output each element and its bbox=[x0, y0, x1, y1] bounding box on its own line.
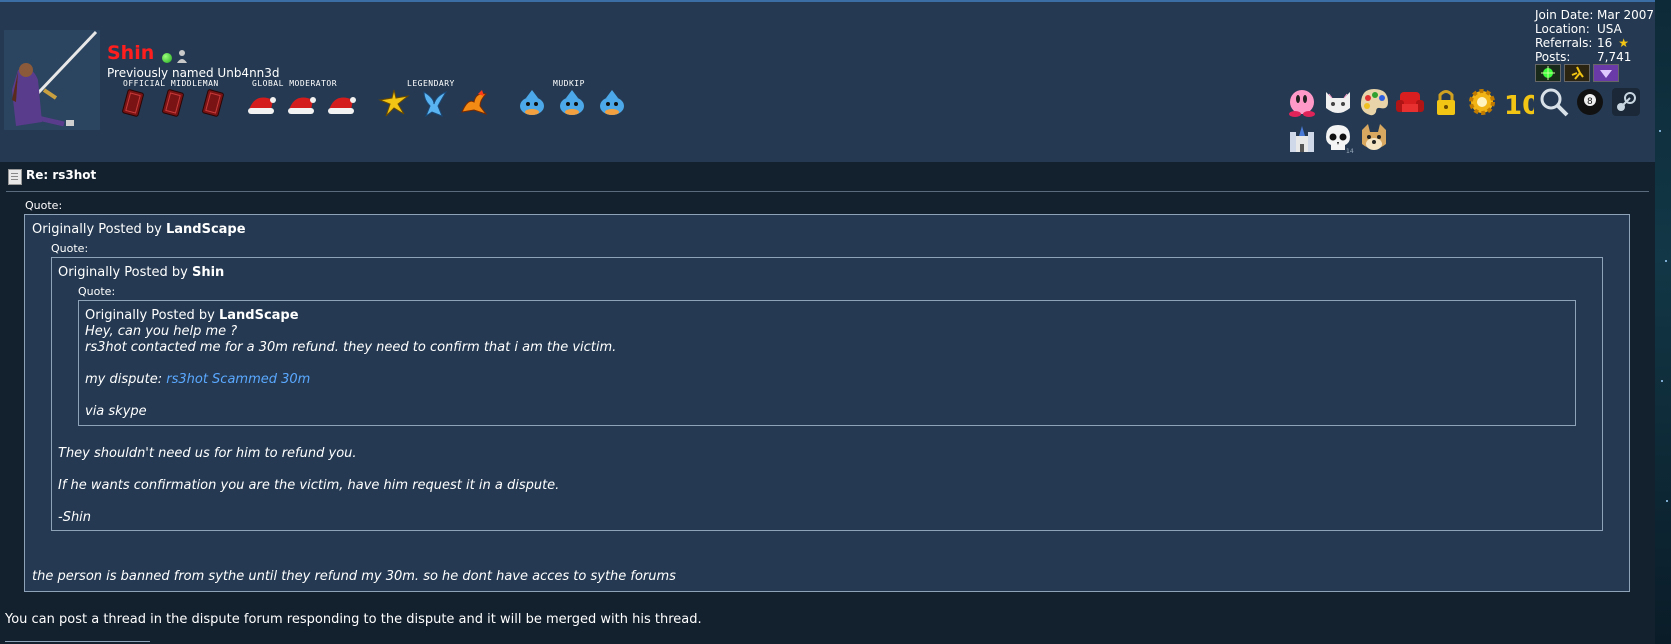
username[interactable]: Shin bbox=[107, 42, 154, 64]
referrals-value[interactable]: 16 bbox=[1597, 36, 1612, 50]
articuno-icon bbox=[423, 90, 448, 118]
join-date-value: Mar 2007 bbox=[1597, 8, 1654, 22]
green-sparkle-award-icon bbox=[1535, 64, 1561, 82]
user-profile-icon[interactable] bbox=[176, 49, 188, 63]
mudkip-icon bbox=[600, 90, 624, 115]
quote-attribution-prefix: Originally Posted by bbox=[58, 265, 192, 280]
posts-value: 7,741 bbox=[1597, 50, 1632, 64]
quote-attribution: Originally Posted by LandScape bbox=[85, 308, 299, 323]
post-divider bbox=[6, 191, 1649, 192]
middleman-card-icon bbox=[202, 89, 224, 117]
location-label: Location: bbox=[1535, 22, 1590, 36]
posts-label: Posts: bbox=[1535, 50, 1571, 64]
svg-text:14: 14 bbox=[1346, 148, 1354, 154]
zapdos-icon bbox=[378, 89, 410, 117]
quote-attribution: Originally Posted by LandScape bbox=[32, 222, 246, 237]
user-header bbox=[0, 2, 1655, 162]
mudkip-icon bbox=[560, 90, 584, 115]
quote-attribution: Originally Posted by Shin bbox=[58, 265, 224, 280]
join-date-label: Join Date: bbox=[1535, 8, 1594, 22]
quote-text-line: Hey, can you help me ? bbox=[85, 324, 238, 339]
signature-divider bbox=[5, 641, 150, 642]
quote-author[interactable]: LandScape bbox=[219, 308, 299, 323]
online-status-icon bbox=[162, 53, 172, 63]
group-label-legendary: LEGENDARY bbox=[407, 79, 455, 88]
quote-attribution-prefix: Originally Posted by bbox=[85, 308, 219, 323]
quote-text-line: my dispute: rs3hot Scammed 30m bbox=[85, 372, 310, 388]
svg-text:10: 10 bbox=[1504, 91, 1534, 118]
doge-icon bbox=[1362, 124, 1386, 150]
quote-text-line: the person is banned from sythe until th… bbox=[32, 569, 676, 584]
mudkip-icon bbox=[520, 90, 544, 115]
quote-label: Quote: bbox=[78, 285, 116, 298]
dispute-prefix: my dispute: bbox=[85, 372, 167, 387]
quote-author[interactable]: Shin bbox=[192, 265, 224, 280]
gem-award-icon bbox=[1593, 64, 1619, 82]
armchair-icon bbox=[1396, 92, 1424, 112]
quote-text-line: If he wants confirmation you are the vic… bbox=[58, 478, 560, 493]
quote-label: Quote: bbox=[25, 199, 63, 212]
dispute-link[interactable]: rs3hot Scammed 30m bbox=[166, 372, 310, 387]
quote-text-line: via skype bbox=[85, 404, 147, 419]
quote-text-line: rs3hot contacted me for a 30m refund. th… bbox=[85, 340, 617, 355]
post-title: Re: rs3hot bbox=[26, 168, 97, 182]
location-value: USA bbox=[1597, 22, 1622, 36]
quote-text-line: -Shin bbox=[58, 510, 92, 525]
gear-icon bbox=[1469, 89, 1495, 115]
previous-name: Previously named Unb4nn3d bbox=[107, 66, 280, 80]
padlock-icon bbox=[1437, 90, 1455, 115]
page-background-edge bbox=[1655, 0, 1671, 644]
post-document-icon bbox=[8, 169, 22, 185]
svg-text:8: 8 bbox=[1587, 97, 1593, 107]
group-label-mudkip: MUDKIP bbox=[553, 79, 585, 88]
group-label-middleman: OFFICIAL MIDDLEMAN bbox=[123, 79, 219, 88]
user-info-panel: Join Date: Mar 2007 Location: USA Referral… bbox=[1535, 8, 1654, 64]
santa-hat-icon bbox=[288, 97, 316, 114]
group-label-moderator: GLOBAL MODERATOR bbox=[252, 79, 338, 88]
santa-hat-icon bbox=[248, 97, 276, 114]
referral-star-icon: ★ bbox=[1618, 36, 1630, 50]
moltres-icon bbox=[461, 90, 488, 115]
quote-author[interactable]: LandScape bbox=[166, 222, 246, 237]
post-body-text: You can post a thread in the dispute for… bbox=[5, 612, 702, 627]
quote-box-inner bbox=[78, 300, 1576, 426]
kirby-icon bbox=[1289, 90, 1315, 117]
santa-hat-icon bbox=[328, 97, 356, 114]
user-avatar[interactable] bbox=[4, 30, 100, 130]
quote-attribution-prefix: Originally Posted by bbox=[32, 222, 166, 237]
castle-icon bbox=[1290, 126, 1314, 152]
ten-years-icon: 10 bbox=[1504, 91, 1534, 118]
quote-label: Quote: bbox=[51, 242, 89, 255]
palette-icon bbox=[1360, 89, 1388, 116]
cat-icon bbox=[1326, 92, 1350, 113]
magnifier-icon bbox=[1540, 88, 1569, 117]
steam-icon bbox=[1612, 88, 1640, 116]
middleman-card-icon bbox=[122, 89, 144, 117]
quote-text-line: They shouldn't need us for him to refund… bbox=[58, 446, 357, 461]
skull-icon: 14 bbox=[1326, 125, 1354, 154]
referrals-label: Referrals: bbox=[1535, 36, 1593, 50]
runner-award-icon bbox=[1564, 64, 1590, 82]
middleman-card-icon bbox=[162, 89, 184, 117]
eight-ball-icon: 8 bbox=[1577, 89, 1603, 115]
